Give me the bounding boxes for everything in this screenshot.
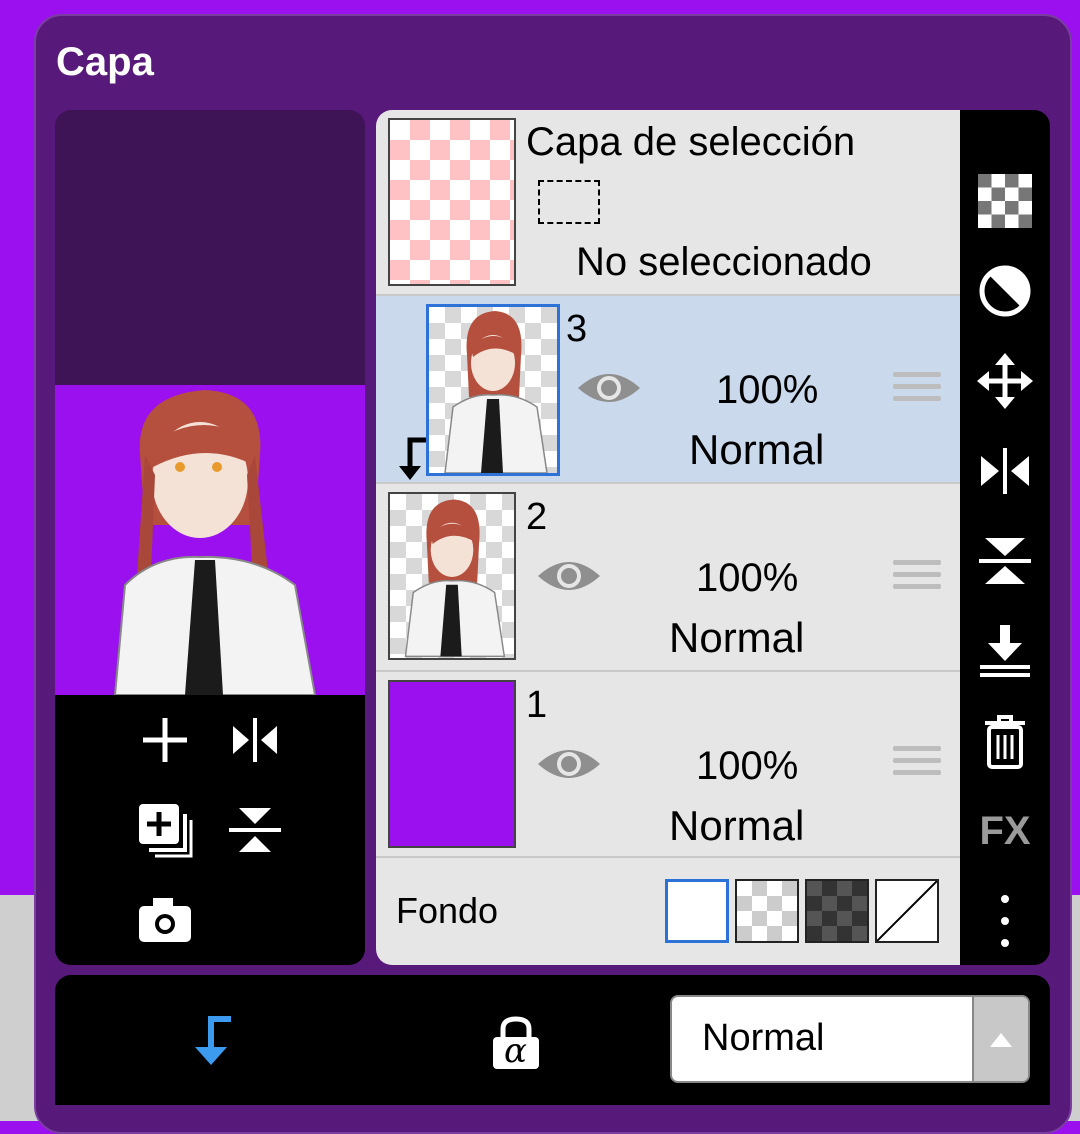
flip-vertical-icon[interactable]: [225, 800, 285, 860]
selection-layer-row[interactable]: Capa de selección No seleccionado: [376, 110, 960, 296]
layer-thumbnail: [388, 492, 516, 660]
background-custom-option[interactable]: [875, 879, 939, 943]
panel-title: Capa: [56, 40, 154, 84]
merge-down-icon[interactable]: [976, 622, 1034, 680]
right-toolbar: FX: [960, 110, 1050, 965]
move-icon[interactable]: [976, 352, 1034, 410]
add-layer-icon[interactable]: [135, 710, 195, 770]
preview-image: [55, 385, 365, 695]
layer-number: 2: [526, 496, 548, 538]
blend-mode-select[interactable]: Normal: [670, 995, 1030, 1083]
layer-opacity: 100%: [716, 368, 819, 412]
preview-toolbar: [55, 695, 365, 965]
camera-icon[interactable]: [135, 890, 195, 950]
checker-icon[interactable]: [976, 172, 1034, 230]
invert-icon[interactable]: [976, 262, 1034, 320]
layer-number: 1: [526, 684, 548, 726]
drag-handle-icon[interactable]: [893, 372, 941, 408]
eye-icon[interactable]: [576, 368, 642, 408]
layer-number: 3: [566, 308, 588, 350]
bottom-bar: α Normal: [55, 975, 1050, 1105]
selection-thumbnail: [388, 118, 516, 286]
layer-opacity: 100%: [696, 556, 799, 600]
layer-blend-mode: Normal: [669, 614, 805, 661]
duplicate-layer-icon[interactable]: [135, 800, 195, 860]
background-transparent-light-option[interactable]: [735, 879, 799, 943]
layer-blend-mode: Normal: [669, 802, 805, 849]
eye-icon[interactable]: [536, 744, 602, 784]
layer-row[interactable]: 2 100% Normal: [376, 484, 960, 672]
alpha-lock-icon[interactable]: α: [491, 1015, 541, 1071]
fx-icon[interactable]: FX: [976, 802, 1034, 860]
layer-blend-mode: Normal: [689, 426, 825, 473]
layer-row[interactable]: 1 100% Normal: [376, 672, 960, 858]
flip-horizontal-icon[interactable]: [225, 710, 285, 770]
flip-vertical-icon[interactable]: [976, 532, 1034, 590]
eye-icon[interactable]: [536, 556, 602, 596]
layer-opacity: 100%: [696, 744, 799, 788]
selection-layer-title: Capa de selección: [526, 120, 856, 164]
alpha-label: α: [504, 1031, 527, 1071]
chevron-up-icon[interactable]: [972, 997, 1028, 1081]
more-icon[interactable]: [976, 892, 1034, 950]
clipping-icon[interactable]: [185, 1013, 235, 1069]
trash-icon[interactable]: [976, 712, 1034, 770]
layer-row[interactable]: 3 100% Normal: [376, 296, 960, 484]
drag-handle-icon[interactable]: [893, 560, 941, 596]
selection-status: No seleccionado: [576, 240, 872, 284]
layer-thumbnail: [426, 304, 560, 476]
canvas-preview[interactable]: [55, 110, 365, 965]
flip-horizontal-icon[interactable]: [976, 442, 1034, 500]
blend-mode-value: Normal: [702, 1017, 825, 1059]
drag-handle-icon[interactable]: [893, 746, 941, 782]
layer-list: Capa de selección No seleccionado 3 100%…: [376, 110, 960, 965]
selection-marquee-icon: [538, 180, 600, 224]
fx-label: FX: [979, 808, 1031, 853]
background-label: Fondo: [396, 890, 499, 931]
background-white-option[interactable]: [665, 879, 729, 943]
background-transparent-dark-option[interactable]: [805, 879, 869, 943]
clipping-arrow-icon: [399, 437, 426, 480]
layer-thumbnail: [388, 680, 516, 848]
